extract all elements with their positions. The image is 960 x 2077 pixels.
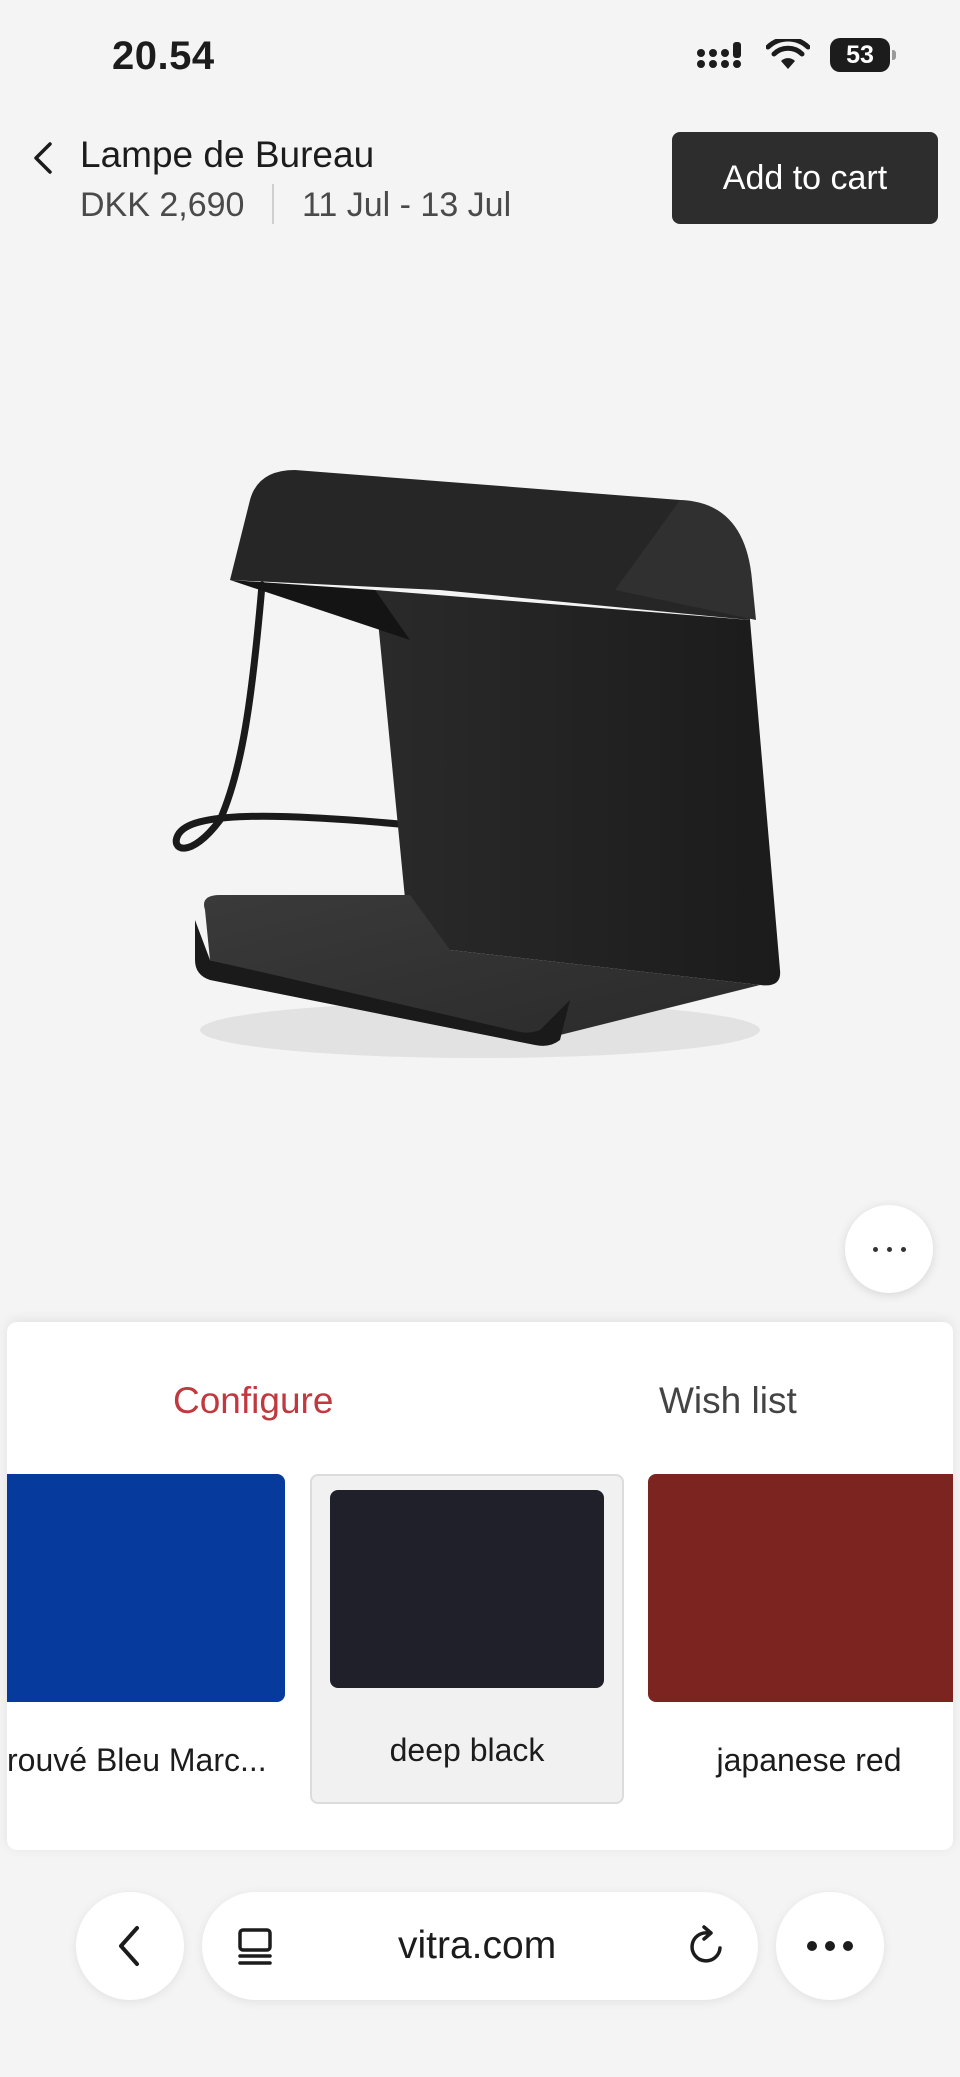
status-time: 20.54 [112,34,215,78]
product-image [172,470,781,1058]
tabs-icon[interactable] [236,1926,276,1966]
swatch-color-blue [7,1474,285,1702]
status-icons: 53 [696,38,896,72]
reload-icon[interactable] [686,1924,728,1968]
price-divider [272,184,274,224]
more-options-button[interactable] [845,1205,933,1293]
chevron-left-icon [119,1926,139,1966]
product-title: Lampe de Bureau [80,134,375,175]
delivery-dates: 11 Jul - 13 Jul [302,186,512,224]
tab-configure[interactable]: Configure [173,1380,333,1422]
back-chevron-icon[interactable] [28,140,58,176]
configure-sheet: Configure Wish list rouvé Bleu Marc... d… [7,1322,953,1850]
browser-back-button[interactable] [76,1892,184,2000]
wifi-icon [766,39,810,69]
swatch-color-red [648,1474,953,1702]
more-horizontal-icon [807,1941,853,1951]
url-text[interactable]: vitra.com [398,1924,556,1968]
browser-toolbar: vitra.com [0,1858,960,2077]
add-to-cart-button[interactable]: Add to cart [672,132,938,224]
signal-icon [697,42,741,68]
address-bar[interactable]: vitra.com [202,1892,758,2000]
swatch-color-black [330,1490,604,1688]
swatch-label: rouvé Bleu Marc... [7,1742,267,1778]
dot-icon [900,1246,906,1252]
swatch-option-selected[interactable]: deep black [310,1474,624,1804]
browser-more-button[interactable] [776,1892,884,2000]
battery-indicator: 53 [830,38,896,72]
dot-icon [872,1246,878,1252]
product-price: DKK 2,690 [80,186,245,224]
swatch-label: japanese red [716,1742,902,1778]
dot-icon [886,1246,892,1252]
swatch-label: deep black [389,1732,545,1768]
tab-wish-list[interactable]: Wish list [659,1380,797,1422]
